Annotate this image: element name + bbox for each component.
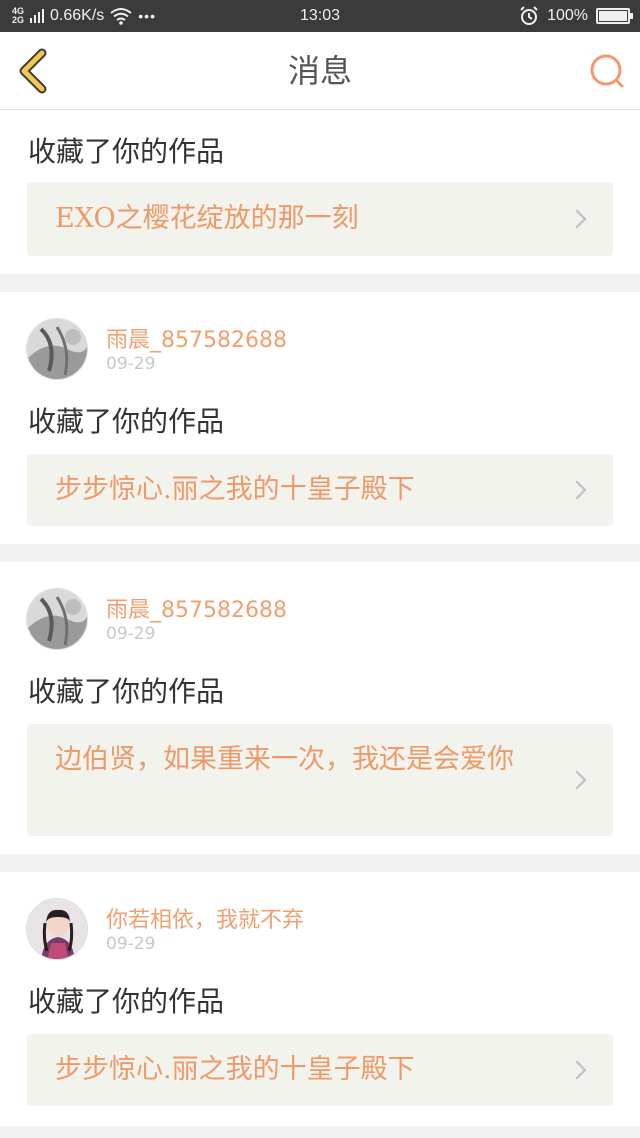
message-card: 你若相依，我就不弃 09-29 收藏了你的作品 步步惊心.丽之我的十皇子殿下 xyxy=(0,872,640,1126)
work-title: EXO之樱花绽放的那一刻 xyxy=(55,203,359,234)
search-icon[interactable] xyxy=(588,52,626,90)
avatar-image xyxy=(27,589,87,649)
username[interactable]: 你若相依，我就不弃 xyxy=(106,902,304,934)
avatar[interactable] xyxy=(26,588,88,650)
action-text: 收藏了你的作品 xyxy=(28,405,225,438)
action-text: 收藏了你的作品 xyxy=(28,135,225,168)
user-row: 你若相依，我就不弃 09-29 xyxy=(26,898,616,960)
username[interactable]: 雨晨_857582688 xyxy=(106,322,287,354)
status-bar: 4G 2G 0.66K/s ••• 13:03 100% xyxy=(0,0,640,32)
user-row: 雨晨_857582688 09-29 xyxy=(26,318,616,380)
message-date: 09-29 xyxy=(106,934,156,954)
page-title: 消息 xyxy=(287,52,352,90)
chevron-right-icon xyxy=(575,1060,587,1080)
action-text: 收藏了你的作品 xyxy=(28,985,225,1018)
alarm-icon xyxy=(520,6,538,25)
username[interactable]: 雨晨_857582688 xyxy=(106,592,287,624)
message-card: 雨晨_857582688 09-29 收藏了你的作品 边伯贤，如果重来一次，我还… xyxy=(0,562,640,854)
work-link[interactable]: 步步惊心.丽之我的十皇子殿下 xyxy=(27,1034,613,1106)
work-title: 边伯贤，如果重来一次，我还是会爱你 xyxy=(55,744,514,775)
battery-fill xyxy=(599,11,627,21)
action-text: 收藏了你的作品 xyxy=(28,675,225,708)
work-title: 步步惊心.丽之我的十皇子殿下 xyxy=(55,1054,415,1085)
chevron-right-icon xyxy=(575,480,587,500)
user-row: 雨晨_857582688 09-29 xyxy=(26,588,616,650)
work-link[interactable]: 边伯贤，如果重来一次，我还是会爱你 xyxy=(27,724,613,836)
chevron-right-icon xyxy=(575,770,587,790)
message-card: 雨晨_857582688 09-29 收藏了你的作品 步步惊心.丽之我的十皇子殿… xyxy=(0,292,640,544)
avatar[interactable] xyxy=(26,898,88,960)
work-link[interactable]: 步步惊心.丽之我的十皇子殿下 xyxy=(27,454,613,526)
work-link[interactable]: EXO之樱花绽放的那一刻 xyxy=(27,182,613,256)
message-date: 09-29 xyxy=(106,354,156,374)
avatar-image xyxy=(27,899,87,959)
message-card: 收藏了你的作品 EXO之樱花绽放的那一刻 xyxy=(0,110,640,274)
app-header: 消息 xyxy=(0,32,640,110)
avatar[interactable] xyxy=(26,318,88,380)
status-right: 100% xyxy=(519,0,633,32)
work-title: 步步惊心.丽之我的十皇子殿下 xyxy=(55,474,415,505)
battery-percent: 100% xyxy=(547,7,588,24)
avatar-image xyxy=(27,319,87,379)
chevron-right-icon xyxy=(575,209,587,229)
message-date: 09-29 xyxy=(106,624,156,644)
battery-icon xyxy=(596,8,633,24)
